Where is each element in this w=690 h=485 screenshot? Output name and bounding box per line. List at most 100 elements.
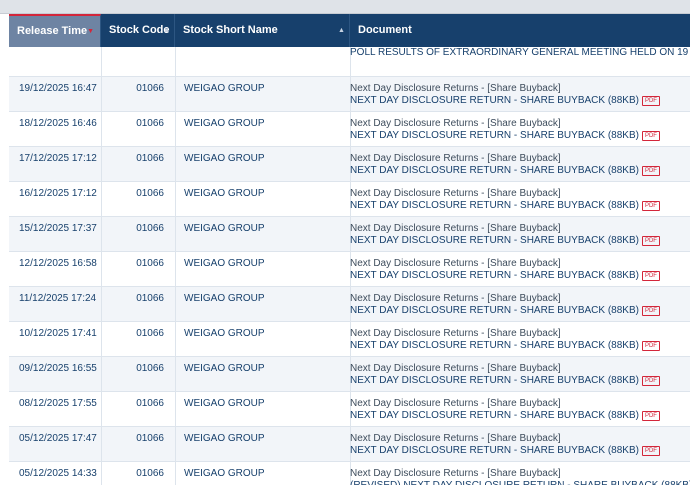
stock-name-cell[interactable]: WEIGAO GROUP <box>184 363 265 374</box>
document-link[interactable]: NEXT DAY DISCLOSURE RETURN - SHARE BUYBA… <box>350 235 639 246</box>
document-link[interactable]: NEXT DAY DISCLOSURE RETURN - SHARE BUYBA… <box>350 200 639 211</box>
table-row: 15/12/2025 17:37 01066 WEIGAO GROUP Next Da… <box>9 217 690 252</box>
stock-name-cell[interactable]: WEIGAO GROUP <box>184 258 265 269</box>
pdf-icon[interactable]: PDF <box>641 376 660 386</box>
stock-name-cell[interactable]: WEIGAO GROUP <box>184 83 265 94</box>
document-link[interactable]: (REVISED) NEXT DAY DISCLOSURE RETURN - S… <box>350 480 690 485</box>
stock-code-cell[interactable]: 01066 <box>101 118 175 129</box>
document-title: NEXT DAY DISCLOSURE RETURN - SHARE BUYBA… <box>350 200 660 211</box>
stock-name-cell[interactable]: WEIGAO GROUP <box>184 153 265 164</box>
release-time-cell: 16/12/2025 17:12 <box>19 188 97 199</box>
document-link[interactable]: NEXT DAY DISCLOSURE RETURN - SHARE BUYBA… <box>350 340 639 351</box>
release-time-cell: 19/12/2025 16:47 <box>19 83 97 94</box>
pdf-icon[interactable]: PDF <box>641 341 660 351</box>
document-link[interactable]: NEXT DAY DISCLOSURE RETURN - SHARE BUYBA… <box>350 445 639 456</box>
document-category: Next Day Disclosure Returns - [Share Buy… <box>350 223 561 234</box>
stock-code-cell[interactable]: 01066 <box>101 398 175 409</box>
pdf-icon[interactable]: PDF <box>641 271 660 281</box>
document-title-link[interactable]: POLL RESULTS OF EXTRAORDINARY GENERAL ME… <box>350 47 690 58</box>
document-title: NEXT DAY DISCLOSURE RETURN - SHARE BUYBA… <box>350 410 660 421</box>
stock-code-cell[interactable]: 01066 <box>101 468 175 479</box>
table-header: Release Time ▼ Stock Code ▲ Stock Short … <box>9 14 690 47</box>
release-time-cell: 05/12/2025 17:47 <box>19 433 97 444</box>
release-time-cell: 17/12/2025 17:12 <box>19 153 97 164</box>
sort-asc-icon[interactable]: ▲ <box>338 14 345 47</box>
document-category: Next Day Disclosure Returns - [Share Buy… <box>350 188 561 199</box>
column-header-stock-short-name[interactable]: Stock Short Name ▲ <box>175 14 350 47</box>
document-title: (REVISED) NEXT DAY DISCLOSURE RETURN - S… <box>350 480 690 485</box>
stock-code-cell[interactable]: 01066 <box>101 188 175 199</box>
document-link[interactable]: NEXT DAY DISCLOSURE RETURN - SHARE BUYBA… <box>350 95 639 106</box>
column-label-stock-short-name: Stock Short Name <box>183 24 278 36</box>
table-left-margin <box>0 14 9 485</box>
release-time-cell: 15/12/2025 17:37 <box>19 223 97 234</box>
stock-code-cell[interactable]: 01066 <box>101 328 175 339</box>
stock-name-cell[interactable]: WEIGAO GROUP <box>184 118 265 129</box>
stock-name-cell[interactable]: WEIGAO GROUP <box>184 468 265 479</box>
stock-code-cell[interactable]: 01066 <box>101 363 175 374</box>
column-label-release-time: Release Time <box>17 25 88 37</box>
document-category: Next Day Disclosure Returns - [Share Buy… <box>350 293 561 304</box>
stock-name-cell[interactable]: WEIGAO GROUP <box>184 223 265 234</box>
document-title: NEXT DAY DISCLOSURE RETURN - SHARE BUYBA… <box>350 305 660 316</box>
top-strip <box>0 0 690 14</box>
sort-desc-icon[interactable]: ▼ <box>87 16 94 47</box>
document-link[interactable]: NEXT DAY DISCLOSURE RETURN - SHARE BUYBA… <box>350 410 639 421</box>
document-title: NEXT DAY DISCLOSURE RETURN - SHARE BUYBA… <box>350 130 660 141</box>
document-title: NEXT DAY DISCLOSURE RETURN - SHARE BUYBA… <box>350 165 660 176</box>
document-category: Next Day Disclosure Returns - [Share Buy… <box>350 153 561 164</box>
table-row: 17/12/2025 17:12 01066 WEIGAO GROUP Next Da… <box>9 147 690 182</box>
document-title: NEXT DAY DISCLOSURE RETURN - SHARE BUYBA… <box>350 235 660 246</box>
pdf-icon[interactable]: PDF <box>641 411 660 421</box>
pdf-icon[interactable]: PDF <box>641 446 660 456</box>
pdf-icon[interactable]: PDF <box>641 96 660 106</box>
column-label-document: Document <box>358 24 412 36</box>
table-row: 09/12/2025 16:55 01066 WEIGAO GROUP Next Da… <box>9 357 690 392</box>
document-link[interactable]: NEXT DAY DISCLOSURE RETURN - SHARE BUYBA… <box>350 270 639 281</box>
table-row: 08/12/2025 17:55 01066 WEIGAO GROUP Next Da… <box>9 392 690 427</box>
stock-code-cell[interactable]: 01066 <box>101 83 175 94</box>
table-body: POLL RESULTS OF EXTRAORDINARY GENERAL ME… <box>9 47 690 485</box>
document-link[interactable]: NEXT DAY DISCLOSURE RETURN - SHARE BUYBA… <box>350 375 639 386</box>
stock-name-cell[interactable]: WEIGAO GROUP <box>184 328 265 339</box>
stock-name-cell[interactable]: WEIGAO GROUP <box>184 398 265 409</box>
pdf-icon[interactable]: PDF <box>641 306 660 316</box>
stock-name-cell[interactable]: WEIGAO GROUP <box>184 433 265 444</box>
column-label-stock-code: Stock Code <box>109 24 170 36</box>
document-link[interactable]: NEXT DAY DISCLOSURE RETURN - SHARE BUYBA… <box>350 130 639 141</box>
release-time-cell: 09/12/2025 16:55 <box>19 363 97 374</box>
document-title: NEXT DAY DISCLOSURE RETURN - SHARE BUYBA… <box>350 445 660 456</box>
document-title: NEXT DAY DISCLOSURE RETURN - SHARE BUYBA… <box>350 270 660 281</box>
pdf-icon[interactable]: PDF <box>641 236 660 246</box>
sort-asc-icon[interactable]: ▲ <box>163 14 170 47</box>
table-row: 19/12/2025 16:47 01066 WEIGAO GROUP Next Da… <box>9 77 690 112</box>
document-link[interactable]: NEXT DAY DISCLOSURE RETURN - SHARE BUYBA… <box>350 305 639 316</box>
pdf-icon[interactable]: PDF <box>641 166 660 176</box>
document-title: NEXT DAY DISCLOSURE RETURN - SHARE BUYBA… <box>350 95 660 106</box>
release-time-cell: 12/12/2025 16:58 <box>19 258 97 269</box>
stock-code-cell[interactable]: 01066 <box>101 293 175 304</box>
document-title: NEXT DAY DISCLOSURE RETURN - SHARE BUYBA… <box>350 375 660 386</box>
stock-code-cell[interactable]: 01066 <box>101 153 175 164</box>
stock-code-cell[interactable]: 01066 <box>101 433 175 444</box>
announcements-table: Release Time ▼ Stock Code ▲ Stock Short … <box>0 14 690 485</box>
document-category: Next Day Disclosure Returns - [Share Buy… <box>350 258 561 269</box>
release-time-cell: 10/12/2025 17:41 <box>19 328 97 339</box>
release-time-cell: 05/12/2025 14:33 <box>19 468 97 479</box>
table-row: 11/12/2025 17:24 01066 WEIGAO GROUP Next Da… <box>9 287 690 322</box>
column-header-release-time[interactable]: Release Time ▼ <box>9 14 101 47</box>
stock-code-cell[interactable]: 01066 <box>101 223 175 234</box>
column-header-stock-code[interactable]: Stock Code ▲ <box>101 14 175 47</box>
document-link[interactable]: NEXT DAY DISCLOSURE RETURN - SHARE BUYBA… <box>350 165 639 176</box>
release-time-cell: 18/12/2025 16:46 <box>19 118 97 129</box>
pdf-icon[interactable]: PDF <box>641 131 660 141</box>
table-row: POLL RESULTS OF EXTRAORDINARY GENERAL ME… <box>9 47 690 77</box>
document-link[interactable]: POLL RESULTS OF EXTRAORDINARY GENERAL ME… <box>350 47 690 58</box>
table-row: 05/12/2025 17:47 01066 WEIGAO GROUP Next Da… <box>9 427 690 462</box>
document-category: Next Day Disclosure Returns - [Share Buy… <box>350 363 561 374</box>
stock-name-cell[interactable]: WEIGAO GROUP <box>184 293 265 304</box>
stock-code-cell[interactable]: 01066 <box>101 258 175 269</box>
pdf-icon[interactable]: PDF <box>641 201 660 211</box>
table-row: 10/12/2025 17:41 01066 WEIGAO GROUP Next Da… <box>9 322 690 357</box>
stock-name-cell[interactable]: WEIGAO GROUP <box>184 188 265 199</box>
